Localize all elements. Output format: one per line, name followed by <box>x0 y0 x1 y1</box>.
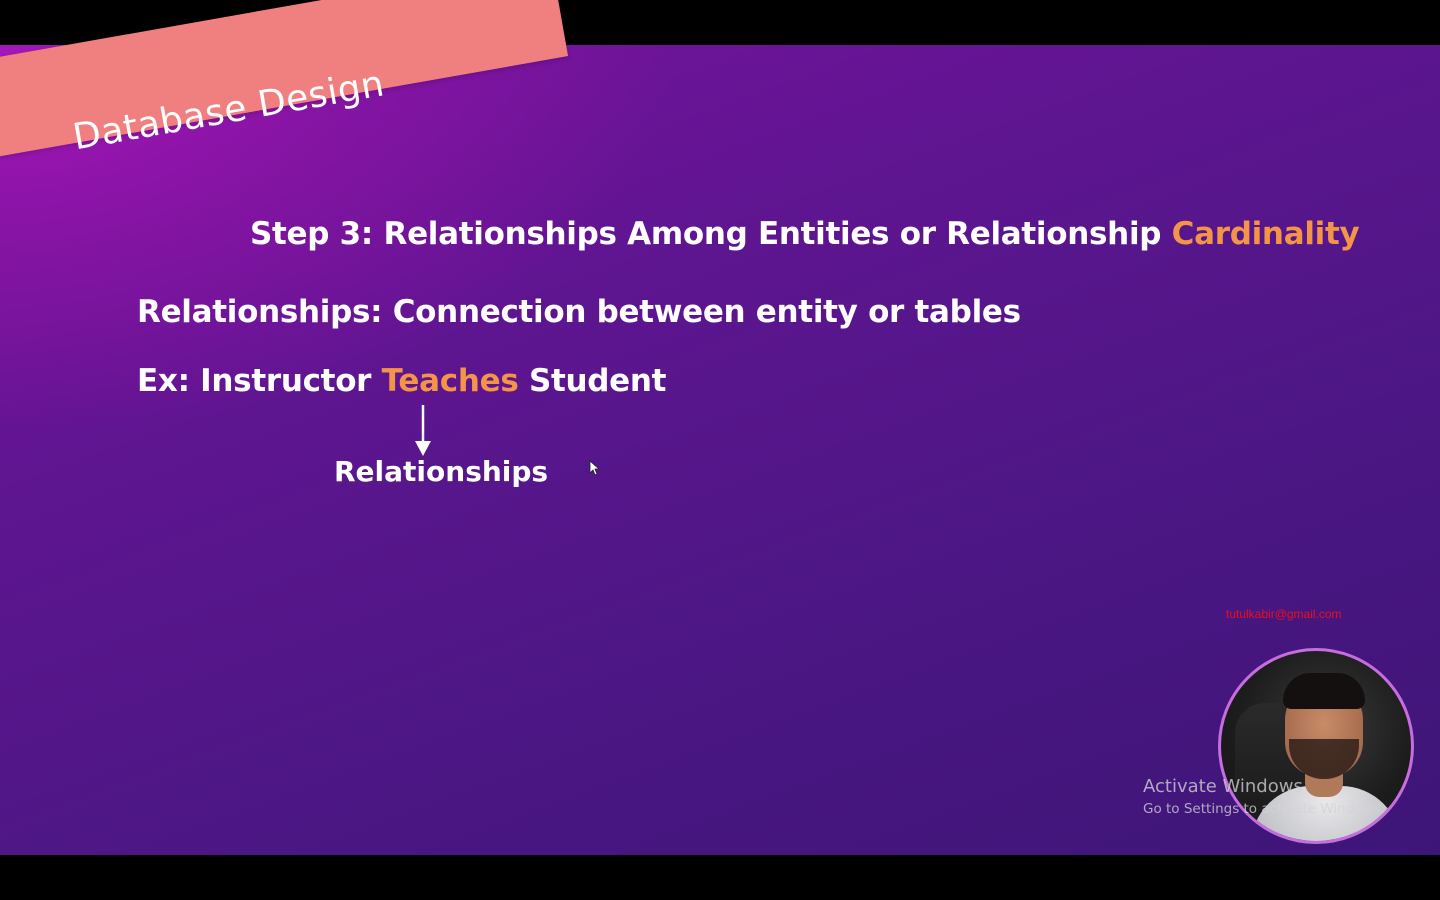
step-title-prefix: Step 3: Relationships Among Entities or … <box>250 216 1172 252</box>
example-highlight: Teaches <box>381 363 519 399</box>
step-title: Step 3: Relationships Among Entities or … <box>250 216 1360 252</box>
example-suffix: Student <box>518 363 667 399</box>
activation-title: Activate Windows <box>1143 776 1303 797</box>
arrow-label: Relationships <box>334 455 549 488</box>
step-title-highlight: Cardinality <box>1171 216 1360 252</box>
webcam-hair <box>1283 673 1365 709</box>
activation-subtitle: Go to Settings to activate Windows. <box>1143 801 1385 817</box>
example-prefix: Ex: Instructor <box>137 363 382 399</box>
watermark-email: tutulkabir@gmail.com <box>1226 607 1342 621</box>
letterbox-bottom <box>0 855 1440 900</box>
down-arrow-icon <box>415 405 431 456</box>
example-line: Ex: Instructor Teaches Student <box>137 363 666 399</box>
definition-text: Relationships: Connection between entity… <box>137 294 1021 330</box>
mouse-pointer-icon <box>589 460 599 476</box>
